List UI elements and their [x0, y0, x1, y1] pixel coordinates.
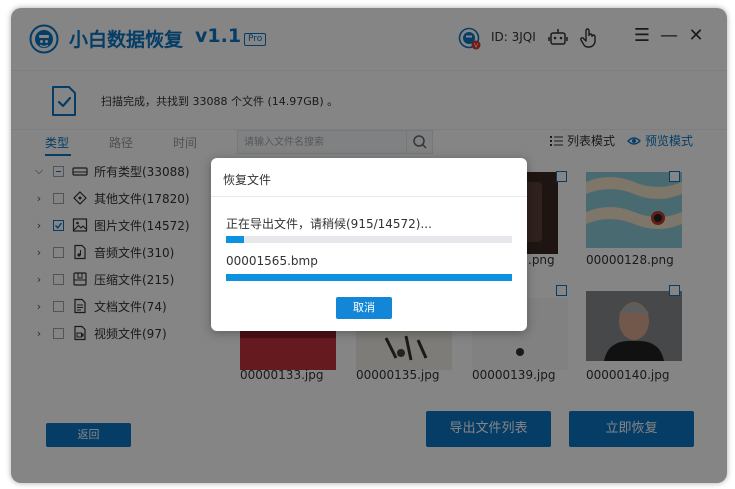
- file-progress-bar: [226, 274, 512, 281]
- overall-progress-bar: [226, 236, 512, 243]
- export-progress-text: 正在导出文件，请稍候(915/14572)...: [226, 217, 432, 231]
- cancel-button[interactable]: 取消: [336, 297, 392, 319]
- dialog-divider: [211, 196, 527, 197]
- file-progress-fill: [226, 274, 512, 281]
- recover-dialog: 恢复文件 正在导出文件，请稍候(915/14572)... 00001565.b…: [211, 158, 527, 331]
- overall-progress-fill: [226, 236, 245, 243]
- dialog-title: 恢复文件: [223, 173, 272, 187]
- current-file-name: 00001565.bmp: [226, 254, 318, 268]
